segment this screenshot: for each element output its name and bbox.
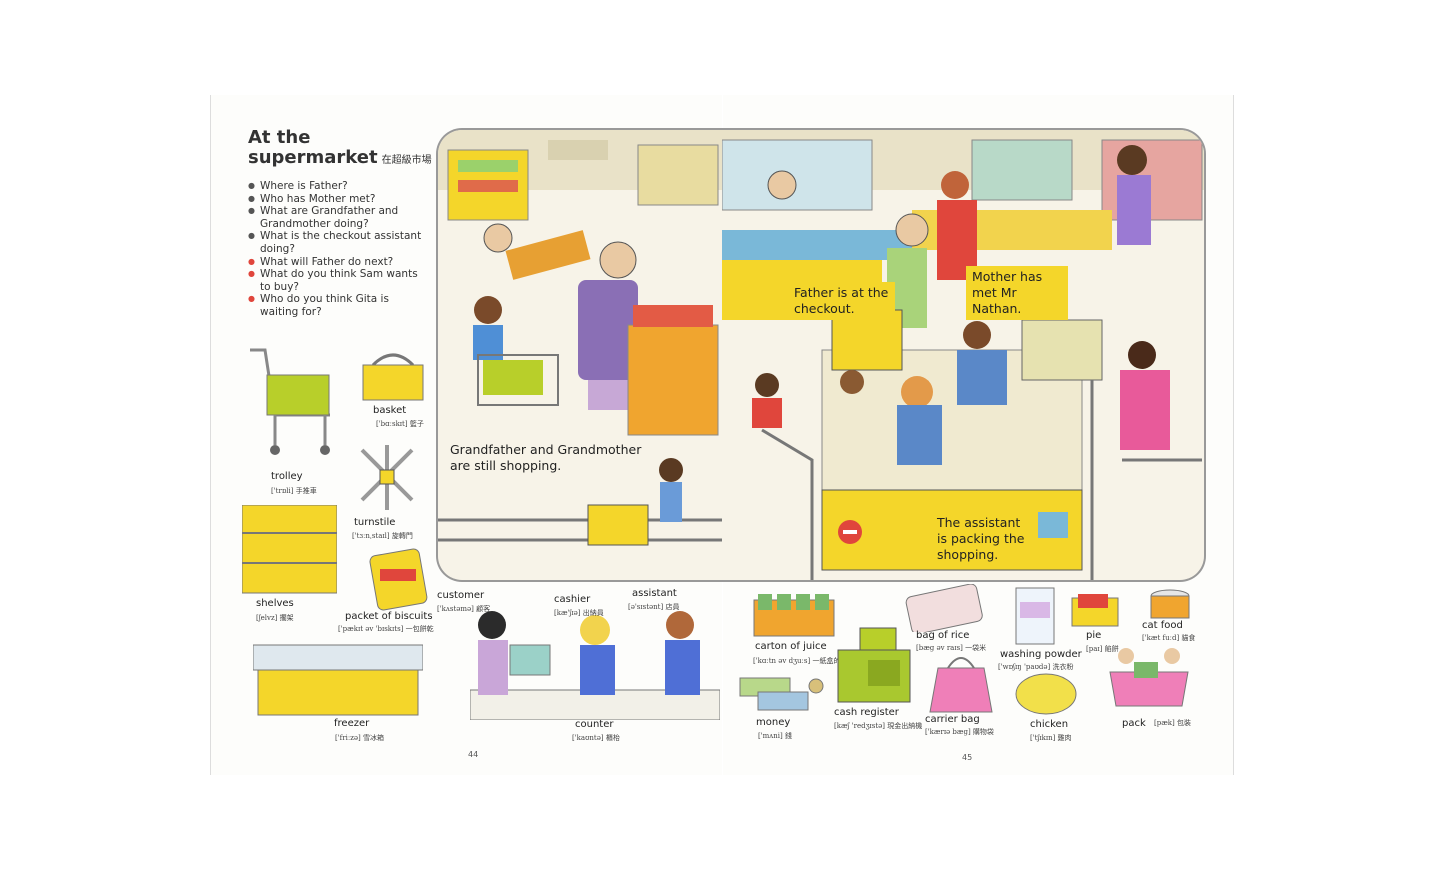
- chicken-icon: [1015, 673, 1077, 715]
- title-chinese: 在超級市場: [381, 155, 432, 166]
- trolley-label: trolley: [271, 471, 303, 482]
- question-item: What is the checkout assistant doing?: [248, 230, 428, 255]
- assistant-phonetic: [ə'sɪstənt] 店員: [628, 603, 680, 611]
- register-phonetic: [kæʃ 'redʒɪstə] 現金出納機: [834, 722, 923, 730]
- question-item: What are Grandfather and Grandmother doi…: [248, 205, 428, 230]
- turnstile-label: turnstile: [354, 517, 396, 528]
- rice-label: bag of rice: [916, 630, 970, 641]
- counter-label: counter: [575, 719, 614, 730]
- chicken-label: chicken: [1030, 719, 1069, 730]
- freezer-phonetic: ['friːzə] 雪冰箱: [335, 734, 384, 742]
- cashier-phonetic: [kæ'ʃɪə] 出納員: [554, 609, 604, 617]
- pack-label: pack: [1122, 718, 1146, 729]
- customer-label: customer: [437, 590, 485, 601]
- juice-label: carton of juice: [755, 641, 827, 652]
- customer-phonetic: ['kʌstəmə] 顧客: [437, 605, 491, 613]
- pie-icon: [1071, 594, 1119, 627]
- washing-powder-icon: [1015, 587, 1055, 645]
- pack-icon: [1109, 648, 1189, 707]
- freezer-icon: [253, 644, 423, 716]
- rice-bag-icon: [905, 584, 983, 632]
- pie-label: pie: [1086, 630, 1102, 641]
- juice-icon: [753, 594, 835, 637]
- shelves-phonetic: [ʃelvz] 擱架: [256, 614, 294, 622]
- shelves-icon: [242, 505, 337, 594]
- cashier-label: cashier: [554, 594, 591, 605]
- rice-phonetic: [bæg əv raɪs] 一袋米: [916, 644, 987, 652]
- carrier-phonetic: ['kærɪə bæg] 購物袋: [925, 728, 994, 736]
- money-icon: [739, 677, 824, 711]
- carrier-label: carrier bag: [925, 714, 980, 725]
- trolley-icon: [250, 348, 330, 455]
- chicken-phonetic: ['tʃɪkɪn] 雞肉: [1030, 734, 1072, 742]
- carrier-bag-icon: [929, 657, 993, 713]
- trolley-phonetic: ['trɒli] 手推車: [271, 487, 317, 495]
- freezer-label: freezer: [334, 718, 370, 729]
- biscuits-phonetic: ['pækɪt əv 'bɪskɪts] 一包餅乾: [338, 625, 434, 633]
- page-number-left: 44: [468, 750, 479, 759]
- money-label: money: [756, 717, 791, 728]
- pack-phonetic: [pæk] 包裝: [1154, 719, 1191, 727]
- title-line1: At the: [248, 127, 311, 148]
- assistant-caption: The assistant is packing the shopping.: [931, 512, 1038, 566]
- grandparents-caption: Grandfather and Grandmother are still sh…: [450, 442, 642, 473]
- mother-caption: Mother has met Mr Nathan.: [966, 266, 1068, 320]
- assistant-label: assistant: [632, 588, 677, 599]
- powder-label: washing powder: [1000, 649, 1082, 660]
- page-title: At the supermarket 在超級市場: [248, 128, 432, 171]
- basket-label: basket: [373, 405, 407, 416]
- catfood-label: cat food: [1142, 620, 1183, 631]
- title-line2: supermarket: [248, 147, 378, 168]
- question-item: Where is Father?: [248, 180, 428, 193]
- supermarket-scene-right: Father is at the checkout. Mother has me…: [722, 128, 1206, 582]
- father-caption: Father is at the checkout.: [788, 282, 895, 320]
- money-phonetic: ['mʌni] 錢: [758, 732, 792, 740]
- checkout-counter-illustration: [470, 611, 720, 720]
- basket-icon: [362, 353, 424, 401]
- question-item: What do you think Sam wants to buy?: [248, 268, 428, 293]
- turnstile-icon: [360, 445, 414, 510]
- register-label: cash register: [834, 707, 899, 718]
- shelves-label: shelves: [256, 598, 294, 609]
- cat-food-icon: [1150, 589, 1190, 619]
- biscuits-icon: [369, 548, 428, 611]
- question-list: Where is Father? Who has Mother met? Wha…: [248, 180, 428, 319]
- turnstile-phonetic: ['tɜːnˌstaɪl] 旋轉門: [352, 532, 413, 540]
- question-item: What will Father do next?: [248, 256, 428, 269]
- counter-phonetic: ['kaʊntə] 櫃枱: [572, 734, 620, 742]
- page-number-right: 45: [962, 753, 973, 762]
- cash-register-icon: [837, 627, 911, 703]
- biscuits-label: packet of biscuits: [345, 611, 433, 622]
- supermarket-scene-left: Grandfather and Grandmother are still sh…: [436, 128, 724, 582]
- scene-illustration-left: [438, 130, 724, 546]
- question-item: Who do you think Gita is waiting for?: [248, 293, 428, 318]
- question-item: Who has Mother met?: [248, 193, 428, 206]
- basket-phonetic: ['bɑːskɪt] 籃子: [376, 420, 424, 428]
